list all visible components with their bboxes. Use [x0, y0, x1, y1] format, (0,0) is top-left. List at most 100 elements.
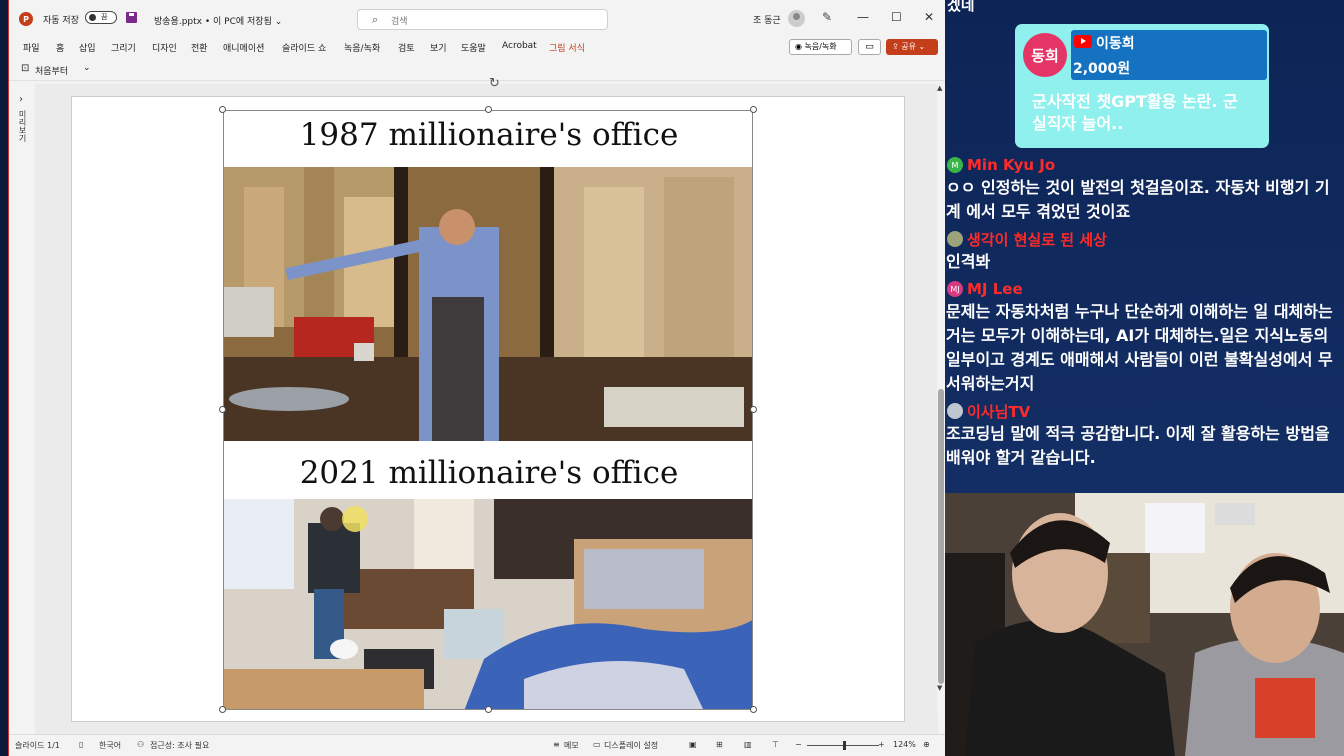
chat-author-name: Min Kyu Jo: [967, 156, 1056, 174]
thumbnail-pane-label[interactable]: 미리보기: [17, 110, 28, 142]
chat-message: 이사님TV 조코딩님 말에 적극 공감합니다. 이제 잘 활용하는 방법을 배워…: [945, 400, 1344, 470]
pen-icon[interactable]: ✎: [822, 10, 832, 24]
donor-name: 이동희: [1096, 36, 1135, 52]
picture-title-2021: 2021 millionaire's office: [299, 455, 679, 491]
language-indicator[interactable]: 한국어: [99, 740, 121, 751]
record-button-label: 녹음/녹화: [804, 42, 837, 51]
tab-record[interactable]: 녹음/녹화: [344, 41, 380, 54]
scroll-down-icon[interactable]: ▼: [937, 684, 942, 692]
resize-handle-left[interactable]: [219, 406, 226, 413]
chat-message: M Min Kyu Jo ㅇㅇ 인정하는 것이 발전의 첫걸음이죠. 자동차 비…: [945, 154, 1344, 224]
donation-amount: 2,000원: [1073, 61, 1131, 77]
chat-text: 인격봐: [946, 252, 991, 271]
tab-picture-format[interactable]: 그림 서식: [549, 41, 585, 54]
slideshow-view-icon[interactable]: ⊤: [772, 740, 779, 749]
chevron-down-icon: ⌄: [918, 42, 926, 51]
share-icon: ⇪: [892, 42, 899, 51]
autosave-label: 자동 저장: [43, 16, 79, 26]
donation-alert: 동희 이동희 2,000원 군사작전 챗GPT활용 논란. 군 실직자 늘어..: [1015, 24, 1269, 148]
chat-author-row: 이사님TV: [945, 400, 1344, 422]
tab-transitions[interactable]: 전환: [191, 41, 208, 54]
document-name[interactable]: 방송용.pptx • 이 PC에 저장됨 ⌄: [154, 14, 282, 27]
slide-sorter-icon[interactable]: ⊞: [716, 740, 723, 749]
tab-insert[interactable]: 삽입: [79, 41, 96, 54]
chat-avatar: MJ: [947, 281, 963, 297]
resize-handle-top[interactable]: [485, 106, 492, 113]
webcam-feed: [945, 493, 1344, 756]
zoom-level[interactable]: 124%: [893, 740, 916, 749]
comment-icon: ▭: [865, 42, 874, 52]
share-button[interactable]: ⇪ 공유 ⌄: [886, 39, 938, 55]
fit-to-window-icon[interactable]: ⊕: [923, 740, 930, 749]
rotate-handle-icon[interactable]: ↻: [489, 76, 500, 91]
scroll-up-icon[interactable]: ▲: [937, 84, 942, 92]
notes-button[interactable]: 메모: [564, 740, 579, 751]
resize-handle-bottom-right[interactable]: [750, 706, 757, 713]
tab-animations[interactable]: 애니메이션: [223, 41, 264, 54]
tab-design[interactable]: 디자인: [152, 41, 177, 54]
user-avatar-icon[interactable]: [788, 10, 805, 27]
resize-handle-bottom-left[interactable]: [219, 706, 226, 713]
quick-access-bar: ⊡ 처음부터 ⌄: [9, 60, 946, 81]
zoom-slider-thumb[interactable]: [843, 741, 846, 750]
photo-1987-office: [224, 167, 752, 441]
share-button-label: 공유: [901, 42, 916, 51]
status-bar: 슬라이드 1/1 ▯ 한국어 ⚇ 접근성: 조사 필요 ≡ 메모 ▭ 디스플레이…: [9, 734, 946, 756]
tab-acrobat[interactable]: Acrobat: [502, 41, 537, 51]
user-name[interactable]: 조 동근: [753, 13, 781, 26]
notes-icon: ≡: [553, 740, 560, 749]
display-settings-button[interactable]: 디스플레이 설정: [604, 740, 658, 751]
chat-avatar: [947, 403, 963, 419]
zoom-out-icon[interactable]: −: [795, 740, 802, 749]
tab-home[interactable]: 홈: [56, 41, 64, 54]
slideshow-icon[interactable]: ⊡: [21, 63, 29, 74]
close-icon[interactable]: ✕: [924, 10, 934, 24]
minimize-icon[interactable]: —: [857, 10, 869, 24]
live-chat: M Min Kyu Jo ㅇㅇ 인정하는 것이 발전의 첫걸음이죠. 자동차 비…: [945, 154, 1344, 474]
tab-review[interactable]: 검토: [398, 41, 415, 54]
zoom-in-icon[interactable]: +: [878, 740, 885, 749]
photo-2021-office: [224, 499, 752, 709]
customize-icon[interactable]: ⌄: [83, 63, 91, 73]
resize-handle-right[interactable]: [750, 406, 757, 413]
scrollbar-thumb[interactable]: [938, 389, 944, 684]
resize-handle-top-right[interactable]: [750, 106, 757, 113]
save-icon[interactable]: [126, 12, 137, 23]
thumbnail-pane-collapsed: › 미리보기: [9, 84, 35, 734]
picture-title-1987: 1987 millionaire's office: [299, 117, 679, 153]
tab-help[interactable]: 도움말: [461, 41, 486, 54]
spellcheck-icon[interactable]: ▯: [79, 740, 83, 749]
from-start-button[interactable]: 처음부터: [35, 64, 68, 77]
normal-view-icon[interactable]: ▣: [689, 740, 697, 749]
selected-picture[interactable]: 1987 millionaire's office 2021 millionai…: [223, 110, 753, 710]
search-placeholder: 검색: [391, 17, 408, 27]
stream-overlay: 겠네 동희 이동희 2,000원 군사작전 챗GPT활용 논란. 군 실직자 늘…: [945, 0, 1344, 756]
autosave-toggle[interactable]: 끔: [85, 11, 117, 24]
chat-avatar: [947, 231, 963, 247]
accessibility-status[interactable]: 접근성: 조사 필요: [150, 740, 209, 751]
chat-message: 생각이 현실로 된 세상 인격봐: [945, 228, 1344, 274]
record-button[interactable]: ◉ 녹음/녹화: [789, 39, 852, 55]
chat-avatar: M: [947, 157, 963, 173]
tab-draw[interactable]: 그리기: [111, 41, 136, 54]
chat-author-name: 생각이 현실로 된 세상: [967, 230, 1107, 249]
resize-handle-bottom[interactable]: [485, 706, 492, 713]
chat-author-row: M Min Kyu Jo: [945, 154, 1344, 176]
slide-counter: 슬라이드 1/1: [15, 741, 60, 750]
chat-author-name: 이사님TV: [967, 402, 1031, 421]
chat-author-row: MJ MJ Lee: [945, 278, 1344, 300]
comment-button[interactable]: ▭: [858, 39, 881, 55]
powerpoint-app-icon: P: [19, 12, 33, 26]
chat-author-row: 생각이 현실로 된 세상: [945, 228, 1344, 250]
tab-file[interactable]: 파일: [23, 41, 40, 54]
powerpoint-window: P 자동 저장 끔 방송용.pptx • 이 PC에 저장됨 ⌄ ⌕ 검색 조 …: [8, 0, 947, 756]
maximize-icon[interactable]: ☐: [891, 10, 902, 24]
tab-view[interactable]: 보기: [430, 41, 447, 54]
youtube-icon: [1074, 35, 1092, 48]
resize-handle-top-left[interactable]: [219, 106, 226, 113]
tab-slideshow[interactable]: 슬라이드 쇼: [282, 41, 326, 54]
expand-chevron-icon[interactable]: ›: [19, 94, 23, 105]
search-box[interactable]: ⌕ 검색: [357, 9, 608, 30]
chat-text: ㅇㅇ 인정하는 것이 발전의 첫걸음이죠. 자동차 비행기 기계 에서 모두 겪…: [946, 178, 1330, 221]
reading-view-icon[interactable]: ▥: [744, 740, 752, 749]
